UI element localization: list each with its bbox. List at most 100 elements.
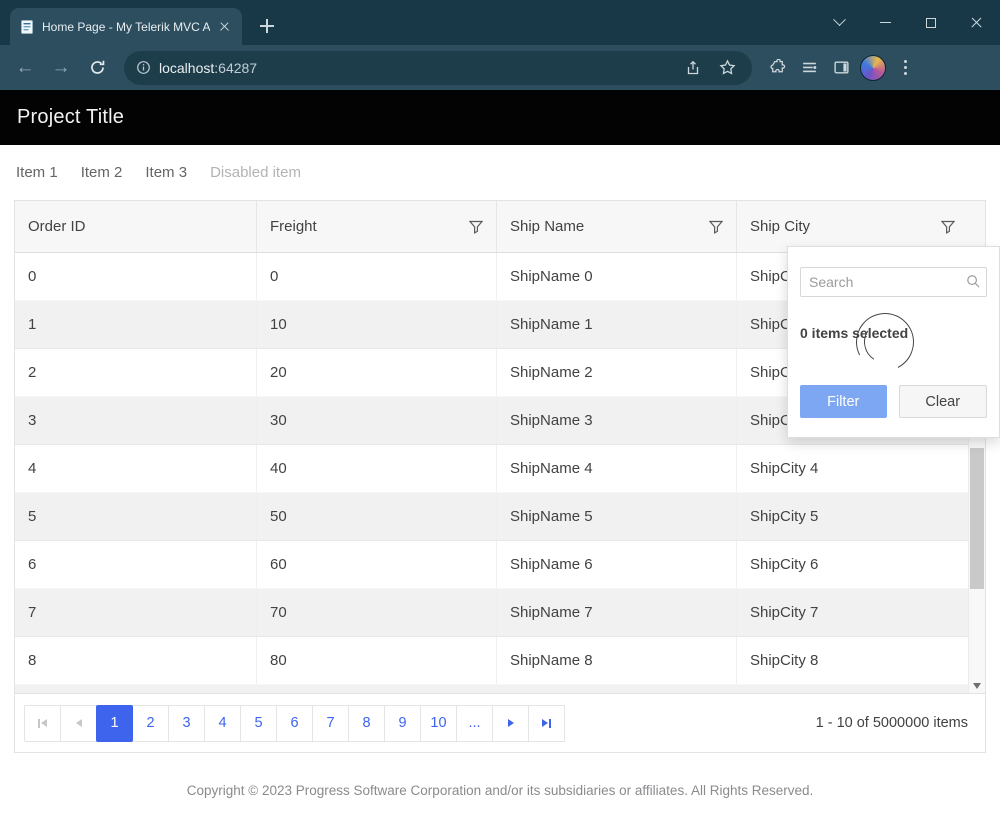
pager-page-3[interactable]: 3 <box>168 705 205 742</box>
info-icon[interactable] <box>136 60 151 75</box>
pager-first-button[interactable] <box>24 705 61 742</box>
filter-funnel-icon[interactable] <box>709 220 723 234</box>
cell-freight: 50 <box>256 493 496 540</box>
tab-close-icon[interactable] <box>217 19 233 35</box>
cell-freight: 10 <box>256 301 496 348</box>
cell-order-id: 2 <box>15 349 256 396</box>
cell-ship-city: ShipCity 6 <box>736 541 985 588</box>
window-controls <box>816 0 1000 45</box>
table-row[interactable]: 5 50 ShipName 5 ShipCity 5 <box>15 493 985 541</box>
filter-funnel-icon[interactable] <box>469 220 483 234</box>
browser-tab[interactable]: Home Page - My Telerik MVC Ap <box>10 8 242 45</box>
clear-button[interactable]: Clear <box>899 385 988 418</box>
cell-ship-name: ShipName 5 <box>496 493 736 540</box>
cell-order-id: 1 <box>15 301 256 348</box>
cell-freight: 30 <box>256 397 496 444</box>
table-row[interactable]: 6 60 ShipName 6 ShipCity 6 <box>15 541 985 589</box>
scrollbar-down-arrow-icon[interactable] <box>973 683 981 689</box>
pager-page-8[interactable]: 8 <box>348 705 385 742</box>
refresh-icon[interactable] <box>82 53 112 83</box>
cell-ship-city: ShipCity 4 <box>736 445 985 492</box>
cell-ship-name: ShipName 6 <box>496 541 736 588</box>
column-header-ship-name[interactable]: Ship Name <box>496 201 736 252</box>
extension-lines-icon[interactable] <box>796 55 822 81</box>
pager-next-button[interactable] <box>492 705 529 742</box>
pager-page-4[interactable]: 4 <box>204 705 241 742</box>
cell-order-id: 7 <box>15 589 256 636</box>
table-row[interactable]: 7 70 ShipName 7 ShipCity 7 <box>15 589 985 637</box>
app-header: Project Title <box>0 90 1000 145</box>
cell-freight: 70 <box>256 589 496 636</box>
menu-bar: Item 1 Item 2 Item 3 Disabled item <box>0 145 1000 200</box>
cell-ship-name: ShipName 4 <box>496 445 736 492</box>
bookmark-star-icon[interactable] <box>714 55 740 81</box>
cell-freight: 0 <box>256 253 496 300</box>
pager-page-1[interactable]: 1 <box>96 705 133 742</box>
menu-kebab-icon[interactable] <box>892 55 918 81</box>
cell-order-id: 5 <box>15 493 256 540</box>
pager-page-5[interactable]: 5 <box>240 705 277 742</box>
pager-page-6[interactable]: 6 <box>276 705 313 742</box>
pager-more-pages[interactable]: ... <box>456 705 493 742</box>
column-header-order-id[interactable]: Order ID <box>15 201 256 252</box>
copyright-footer: Copyright © 2023 Progress Software Corpo… <box>0 783 1000 798</box>
cell-freight: 40 <box>256 445 496 492</box>
items-selected-status: 0 items selected <box>800 325 987 341</box>
filter-funnel-icon[interactable] <box>941 220 955 234</box>
cell-ship-city: ShipCity 7 <box>736 589 985 636</box>
menu-item-2[interactable]: Item 2 <box>81 164 123 181</box>
minimize-button[interactable] <box>862 0 908 45</box>
address-bar[interactable]: localhost:64287 <box>124 51 752 85</box>
scrollbar-thumb[interactable] <box>970 448 984 589</box>
search-input[interactable] <box>800 267 987 297</box>
cell-ship-name: ShipName 0 <box>496 253 736 300</box>
pager-last-button[interactable] <box>528 705 565 742</box>
filter-button[interactable]: Filter <box>800 385 887 418</box>
pager-page-2[interactable]: 2 <box>132 705 169 742</box>
table-row[interactable]: 4 40 ShipName 4 ShipCity 4 <box>15 445 985 493</box>
loading-spinner-icon <box>848 305 921 378</box>
menu-item-3[interactable]: Item 3 <box>145 164 187 181</box>
side-panel-icon[interactable] <box>828 55 854 81</box>
cell-ship-city: ShipCity 8 <box>736 637 985 684</box>
browser-window: Home Page - My Telerik MVC Ap ← → localh… <box>0 0 1000 90</box>
cell-freight: 20 <box>256 349 496 396</box>
cell-ship-name: ShipName 1 <box>496 301 736 348</box>
window-close-button[interactable] <box>954 0 1000 45</box>
page-title: Project Title <box>17 106 124 129</box>
extensions-puzzle-icon[interactable] <box>764 55 790 81</box>
pager-info: 1 - 10 of 5000000 items <box>816 715 976 731</box>
pager-prev-button[interactable] <box>60 705 97 742</box>
tab-strip: Home Page - My Telerik MVC Ap <box>0 0 1000 45</box>
url-text: localhost:64287 <box>159 60 257 76</box>
search-icon <box>966 274 981 289</box>
chevron-down-icon[interactable] <box>816 0 862 45</box>
pager-page-7[interactable]: 7 <box>312 705 349 742</box>
cell-ship-name: ShipName 2 <box>496 349 736 396</box>
cell-order-id: 6 <box>15 541 256 588</box>
forward-icon[interactable]: → <box>46 53 76 83</box>
table-row-partial <box>15 685 985 693</box>
column-header-ship-city[interactable]: Ship City <box>736 201 985 252</box>
maximize-button[interactable] <box>908 0 954 45</box>
cell-order-id: 4 <box>15 445 256 492</box>
cell-ship-name: ShipName 8 <box>496 637 736 684</box>
cell-order-id: 8 <box>15 637 256 684</box>
share-icon[interactable] <box>680 55 706 81</box>
grid-pager: 1 2 3 4 5 6 7 8 9 10 ... 1 - 10 of 50000… <box>15 693 985 752</box>
cell-ship-name: ShipName 3 <box>496 397 736 444</box>
browser-toolbar: ← → localhost:64287 <box>0 45 1000 90</box>
table-row[interactable]: 8 80 ShipName 8 ShipCity 8 <box>15 637 985 685</box>
cell-freight: 60 <box>256 541 496 588</box>
page-favicon-icon <box>19 19 35 35</box>
menu-item-1[interactable]: Item 1 <box>16 164 58 181</box>
menu-item-disabled: Disabled item <box>210 164 301 181</box>
cell-freight: 80 <box>256 637 496 684</box>
new-tab-button[interactable] <box>258 17 278 37</box>
column-header-freight[interactable]: Freight <box>256 201 496 252</box>
pager-page-9[interactable]: 9 <box>384 705 421 742</box>
cell-ship-city: ShipCity 5 <box>736 493 985 540</box>
avatar[interactable] <box>860 55 886 81</box>
back-icon[interactable]: ← <box>10 53 40 83</box>
pager-page-10[interactable]: 10 <box>420 705 457 742</box>
